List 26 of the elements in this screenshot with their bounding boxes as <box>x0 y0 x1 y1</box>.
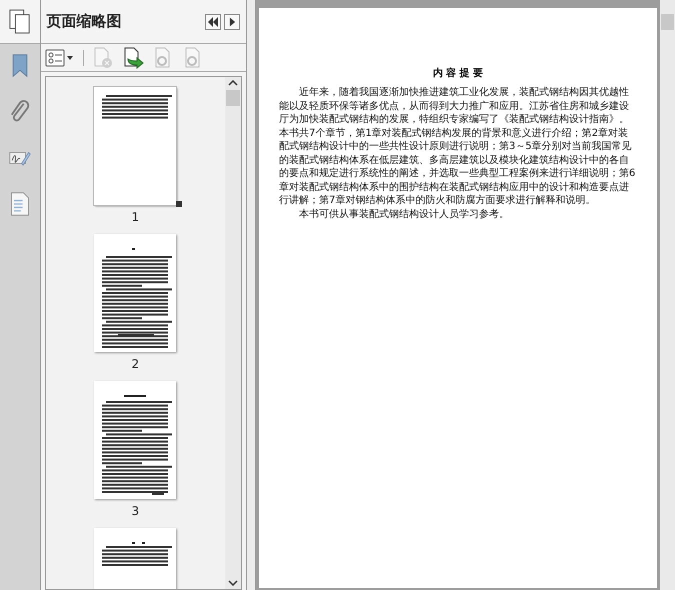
double-left-arrow-icon <box>207 16 220 26</box>
page-number: 1 <box>132 210 140 224</box>
scrollbar[interactable] <box>225 77 242 589</box>
right-arrow-icon <box>228 16 236 26</box>
pages-icon <box>8 8 31 34</box>
collapse-button[interactable] <box>205 14 222 30</box>
expand-button[interactable] <box>224 14 240 30</box>
options-menu-button[interactable] <box>44 48 75 66</box>
page-number: 3 <box>132 504 140 518</box>
scroll-down-icon[interactable] <box>228 580 238 586</box>
document-heading: 内 容 提 要 <box>432 66 484 80</box>
document-icon[interactable] <box>8 192 31 216</box>
document-paragraph: 本书可供从事装配式钢结构设计人员学习参考。 <box>298 208 510 221</box>
page-thumbnail[interactable] <box>94 87 176 205</box>
scrollbar[interactable] <box>660 0 675 590</box>
page-thumbnail[interactable] <box>94 381 176 499</box>
scroll-thumb[interactable] <box>226 90 240 106</box>
insert-page-button[interactable] <box>122 46 144 68</box>
panel-title: 页面缩略图 <box>46 12 123 31</box>
resize-handle[interactable] <box>176 201 182 207</box>
page-number: 2 <box>132 357 140 371</box>
paperclip-icon[interactable] <box>8 100 31 124</box>
scroll-thumb[interactable] <box>661 14 674 30</box>
document-paragraph: 近年来，随着我国逐渐加快推进建筑工业化发展，装配式钢结构因其优越性能以及轻质环保等诸多优点，从而得到大力推广和应用。江苏省住房和城乡建设厅为加快装配式钢结构的发展，特组织专家编写了《装配式钢结构设计指南》。本书共7个章节，第1章对装配式钢结构发展的背景和意义进行介绍；第2章对装配式钢结构设计中的一些共性设计原则进行说明；第3～5章分别对当前我国常见的装配式钢结构体系在低层建筑、多高层建筑以及模块化建筑结构设计中的各自的要点和规定进行系统性的阐述，并选取一些典型工程案例来进行详细说明；第6章对装配式钢结构体系中的围护结构在装配式钢结构应用中的设计和构造要点进行讲解；第7章对钢结构体系中的防火和防腐方面要求进行解释和说明。 <box>279 86 636 208</box>
page-thumbnail[interactable] <box>94 234 176 352</box>
scroll-up-icon[interactable] <box>228 80 238 86</box>
